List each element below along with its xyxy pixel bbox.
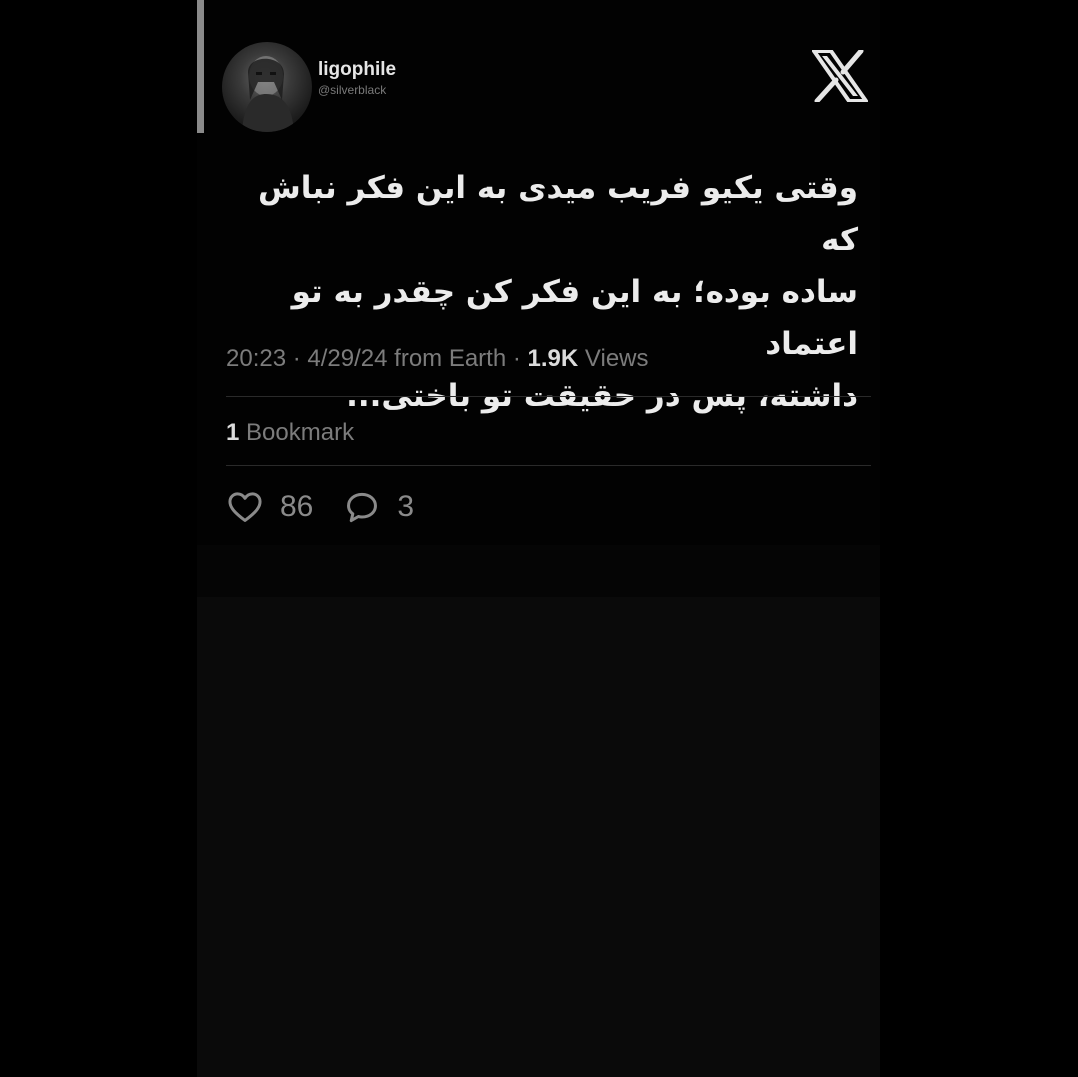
views-label: Views — [584, 345, 649, 372]
left-edge-bar — [197, 0, 204, 133]
tweet-card-footer-band — [197, 545, 880, 597]
views-count[interactable]: 1.9K — [528, 345, 579, 372]
x-logo-icon — [812, 48, 868, 104]
screenshot-canvas: ligophile @silverblack وقتی یکیو فریب می… — [0, 0, 1078, 1077]
reply-count: 3 — [397, 490, 415, 523]
tweet-text-line: وقتی یکیو فریب میدی به این فکر نباش که — [257, 170, 858, 258]
reply-button[interactable]: 3 — [343, 488, 414, 526]
author-info: ligophile @silverblack — [318, 58, 558, 97]
divider — [226, 465, 871, 466]
reply-bubble-icon — [347, 492, 378, 523]
author-display-name[interactable]: ligophile — [318, 58, 558, 82]
tweet-time[interactable]: 20:23 — [226, 345, 286, 372]
divider — [226, 396, 871, 397]
tweet-date[interactable]: 4/29/24 — [307, 345, 387, 372]
empty-panel — [197, 597, 880, 1077]
like-count: 86 — [280, 490, 314, 523]
bookmark-count: 1 — [226, 419, 240, 446]
tweet-location: from Earth — [394, 345, 507, 372]
user-avatar-icon — [242, 56, 294, 132]
bookmark-stat[interactable]: 1 Bookmark — [226, 417, 354, 449]
action-bar: 86 3 — [226, 487, 414, 527]
tweet-metadata: 20:23 · 4/29/24 from Earth · 1.9K Views — [226, 343, 649, 375]
meta-separator: · — [512, 345, 521, 372]
bookmark-label: Bookmark — [246, 419, 355, 446]
like-button[interactable]: 86 — [226, 488, 313, 526]
author-handle[interactable]: @silverblack — [318, 83, 558, 97]
avatar[interactable] — [222, 42, 312, 132]
tweet-text: وقتی یکیو فریب میدی به این فکر نباش که س… — [225, 162, 858, 422]
heart-icon — [228, 492, 262, 522]
meta-separator: · — [292, 345, 301, 372]
